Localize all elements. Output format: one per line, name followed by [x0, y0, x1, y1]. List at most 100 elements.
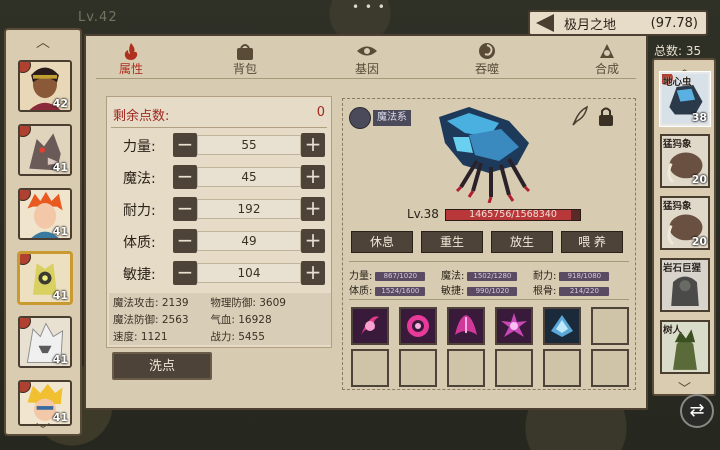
- pet-slot-1[interactable]: 地心虫 38: [660, 72, 710, 126]
- stat-row-agility: 敏捷: − 104 +: [113, 261, 329, 287]
- stat-label: 魔法:: [123, 171, 156, 187]
- pet-hp-row: Lv.38 1465756/1568340: [403, 207, 633, 223]
- tab-label: 基因: [354, 62, 379, 76]
- tab-bar: 属性 背包 基因 吞噬 合成: [86, 36, 646, 80]
- hero-level: 41: [52, 289, 68, 302]
- empty-skill-slot[interactable]: [399, 349, 437, 387]
- attr-value: 214/220: [559, 286, 610, 296]
- pet-detail-panel: 魔法系 Lv.38 1465756/1568340 休息 重生 放生 喂 养 力…: [342, 98, 636, 390]
- player-level: Lv.42: [78, 10, 118, 25]
- physical-defense: 物理防御: 3609: [210, 297, 286, 309]
- pet-name: 树人: [663, 325, 683, 336]
- empty-skill-slot[interactable]: [591, 307, 629, 345]
- increase-magic-button[interactable]: +: [301, 165, 325, 189]
- spiral-skill-icon[interactable]: [399, 307, 437, 345]
- area-location[interactable]: 极月之地 (97.78): [528, 10, 708, 36]
- hero-slot-4[interactable]: 41: [18, 252, 72, 304]
- hero-list[interactable]: ︿ 42 41 41 41 41 41 ﹀: [4, 28, 82, 439]
- lock-icon[interactable]: [595, 105, 617, 127]
- back-arrow-icon[interactable]: [536, 14, 554, 32]
- attr-label: 力量:: [349, 271, 373, 282]
- tab-label: 吞噬: [474, 62, 499, 76]
- school-tag: 魔法系: [373, 110, 411, 126]
- stat-label: 耐力:: [123, 203, 156, 219]
- hero-slot-2[interactable]: 41: [18, 124, 72, 176]
- pet-list[interactable]: ︿ 地心虫 38 猛犸象 20 猛犸象 20 岩石巨猩 树人 ﹀: [652, 58, 716, 397]
- divider: [111, 127, 327, 128]
- quill-icon[interactable]: [569, 105, 591, 127]
- pet-attr-endurance: 耐力: 918/1080: [533, 267, 610, 282]
- tab-label: 合成: [594, 62, 619, 76]
- pet-attr-strength: 力量: 867/1020: [349, 267, 426, 282]
- tab-fusion[interactable]: 合成: [572, 42, 642, 78]
- rest-button[interactable]: 休息: [351, 231, 413, 253]
- crystal-skill-icon[interactable]: [543, 307, 581, 345]
- tab-label: 背包: [232, 62, 257, 76]
- pet-level: 38: [691, 111, 707, 124]
- increase-agility-button[interactable]: +: [301, 261, 325, 285]
- feed-button[interactable]: 喂 养: [561, 231, 623, 253]
- attr-value: 990/1020: [467, 286, 518, 296]
- stat-value: 104: [197, 263, 301, 283]
- empty-skill-slot[interactable]: [591, 349, 629, 387]
- speed: 速度: 1121: [113, 331, 168, 343]
- menu-dots-icon[interactable]: • • •: [352, 0, 386, 14]
- scroll-down-icon[interactable]: ﹀: [36, 420, 50, 440]
- increase-endurance-button[interactable]: +: [301, 197, 325, 221]
- stat-value: 55: [197, 135, 301, 155]
- hero-level: 41: [52, 411, 68, 424]
- stat-label: 力量:: [123, 139, 156, 155]
- pet-total-count: 总数: 35: [654, 44, 702, 58]
- tab-devour[interactable]: 吞噬: [452, 42, 522, 78]
- empty-skill-slot[interactable]: [495, 349, 533, 387]
- hero-slot-5[interactable]: 41: [18, 316, 72, 368]
- increase-constitution-button[interactable]: +: [301, 229, 325, 253]
- attr-value: 918/1080: [559, 271, 610, 281]
- pet-slot-3[interactable]: 猛犸象 20: [660, 196, 710, 250]
- wing-skill-icon[interactable]: [447, 307, 485, 345]
- decrease-constitution-button[interactable]: −: [173, 229, 197, 253]
- increase-strength-button[interactable]: +: [301, 133, 325, 157]
- empty-skill-slot[interactable]: [351, 349, 389, 387]
- decrease-magic-button[interactable]: −: [173, 165, 197, 189]
- pet-name: 岩石巨猩: [663, 263, 702, 274]
- pet-slot-2[interactable]: 猛犸象 20: [660, 134, 710, 188]
- decrease-endurance-button[interactable]: −: [173, 197, 197, 221]
- empty-skill-slot[interactable]: [543, 349, 581, 387]
- attr-value: 1524/1600: [375, 286, 426, 296]
- swap-icon[interactable]: ⇄: [680, 394, 714, 428]
- scroll-down-icon[interactable]: ﹀: [678, 378, 691, 397]
- pet-attr-agility: 敏捷: 990/1020: [441, 282, 518, 297]
- stat-row-endurance: 耐力: − 192 +: [113, 197, 329, 223]
- area-coordinates: (97.78): [650, 15, 698, 31]
- hero-slot-1[interactable]: 42: [18, 60, 72, 112]
- attr-label: 敏捷:: [441, 286, 465, 297]
- attr-label: 耐力:: [533, 271, 557, 282]
- scroll-up-icon[interactable]: ︿: [36, 32, 50, 52]
- stat-row-magic: 魔法: − 45 +: [113, 165, 329, 191]
- fusion-icon: [600, 44, 614, 58]
- pet-portrait: [439, 107, 531, 203]
- claw-skill-icon[interactable]: [351, 307, 389, 345]
- reset-points-button[interactable]: 洗点: [112, 352, 212, 380]
- stat-value: 192: [197, 199, 301, 219]
- list-icon[interactable]: [349, 107, 371, 129]
- release-button[interactable]: 放生: [491, 231, 553, 253]
- rebirth-button[interactable]: 重生: [421, 231, 483, 253]
- pet-attr-constitution: 体质: 1524/1600: [349, 282, 426, 297]
- attr-label: 魔法:: [441, 271, 465, 282]
- pet-slot-5[interactable]: 树人: [660, 320, 710, 374]
- tab-divider: [96, 78, 636, 79]
- decrease-strength-button[interactable]: −: [173, 133, 197, 157]
- decrease-agility-button[interactable]: −: [173, 261, 197, 285]
- empty-skill-slot[interactable]: [447, 349, 485, 387]
- stat-label: 敏捷:: [123, 267, 156, 283]
- derived-row-2: 魔法防御: 2563 气血: 16928: [113, 312, 333, 327]
- hero-slot-3[interactable]: 41: [18, 188, 72, 240]
- pet-slot-4[interactable]: 岩石巨猩: [660, 258, 710, 312]
- tab-attributes[interactable]: 属性: [96, 42, 166, 78]
- tab-bag[interactable]: 背包: [210, 42, 280, 78]
- tab-gene[interactable]: 基因: [332, 42, 402, 78]
- burst-skill-icon[interactable]: [495, 307, 533, 345]
- pet-name: 猛犸象: [663, 201, 692, 212]
